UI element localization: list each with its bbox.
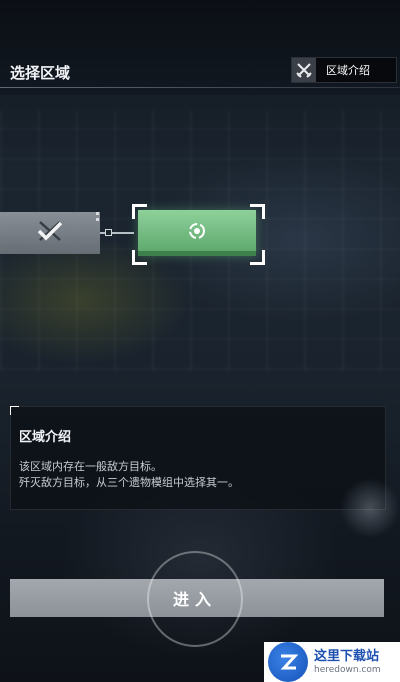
page-title: 选择区域 — [10, 64, 71, 82]
panel-title: 区域介绍 — [19, 430, 72, 445]
desc-line-1: 该区域内存在一般敌方目标。 — [19, 460, 162, 473]
watermark-name: 这里下载站 — [314, 648, 380, 664]
area-intro-button[interactable]: 区域介绍 — [291, 57, 397, 83]
node-current[interactable] — [138, 210, 256, 256]
watermark-url: heredown.com — [314, 664, 381, 675]
panel-description: 该区域内存在一般敌方目标。 歼灭敌方目标，从三个遗物模组中选择其一。 — [19, 459, 239, 491]
path-joint — [105, 229, 112, 236]
enter-button[interactable]: 进入 — [147, 579, 243, 617]
watermark-logo-icon — [268, 642, 308, 682]
selection-corner — [132, 204, 147, 219]
node-completed[interactable] — [0, 212, 100, 254]
node-menu-icon — [96, 212, 100, 226]
selection-corner — [250, 250, 265, 265]
crossed-swords-check-icon — [34, 218, 66, 248]
target-icon — [186, 220, 208, 246]
selection-corner — [132, 250, 147, 265]
side-item-icon — [340, 478, 400, 538]
selection-corner — [250, 204, 265, 219]
crossed-swords-icon — [292, 58, 316, 82]
desc-line-2: 歼灭敌方目标，从三个遗物模组中选择其一。 — [19, 476, 239, 489]
header-divider — [0, 87, 400, 88]
area-info-panel: 区域介绍 该区域内存在一般敌方目标。 歼灭敌方目标，从三个遗物模组中选择其一。 — [10, 406, 386, 510]
site-watermark: 这里下载站 heredown.com — [264, 642, 400, 682]
area-intro-label: 区域介绍 — [326, 64, 370, 77]
